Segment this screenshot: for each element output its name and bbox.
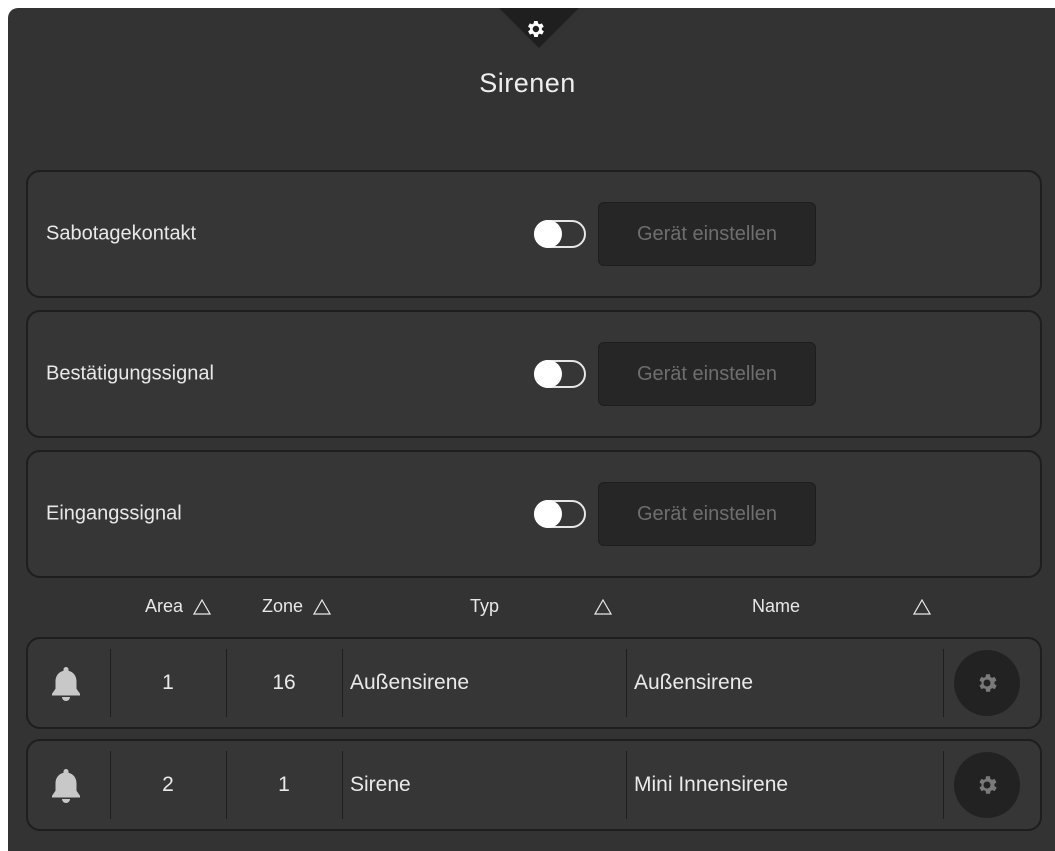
toggle-knob [534,220,562,248]
column-header-typ[interactable]: Typ [470,596,499,617]
column-divider [943,649,944,717]
panel-title: Sirenen [479,68,576,98]
page-top-strip [0,0,1055,8]
setting-label: Sabotagekontakt [46,222,197,245]
bell-icon [52,769,80,803]
cell-zone: 1 [278,773,290,796]
cell-zone: 16 [272,671,296,694]
column-header-area[interactable]: Area [145,596,183,617]
column-divider [342,751,343,819]
table-row[interactable]: 1 16 Außensirene Außensirene [26,637,1042,729]
toggle-knob [534,500,562,528]
setting-label: Bestätigungssignal [46,362,214,385]
gear-icon [528,21,544,37]
cell-typ: Außensirene [350,671,470,694]
setting-card-sabotagekontakt: Sabotagekontakt Gerät einstellen [26,170,1042,298]
column-divider [943,751,944,819]
bell-icon [52,667,80,701]
sort-triangle-icon[interactable] [193,599,211,615]
cell-area: 1 [162,671,174,694]
eingangssignal-toggle[interactable] [534,500,586,528]
table-header: Area Zone Typ Name [0,596,1055,624]
row-settings-button[interactable] [954,650,1020,716]
cell-area: 2 [162,773,174,796]
setting-card-eingangssignal: Eingangssignal Gerät einstellen [26,450,1042,578]
sort-triangle-icon[interactable] [913,599,931,615]
toggle-knob [534,360,562,388]
gear-icon [979,674,997,692]
column-divider [626,751,627,819]
cell-typ: Sirene [350,773,411,796]
bestaetigungssignal-toggle[interactable] [534,360,586,388]
sabotagekontakt-toggle[interactable] [534,220,586,248]
device-setup-button[interactable]: Gerät einstellen [598,482,816,546]
row-settings-button[interactable] [954,752,1020,818]
column-header-zone[interactable]: Zone [262,596,303,617]
sort-triangle-icon[interactable] [594,599,612,615]
gear-icon [979,776,997,794]
setting-label: Eingangssignal [46,502,182,525]
setting-card-bestaetigungssignal: Bestätigungssignal Gerät einstellen [26,310,1042,438]
column-divider [342,649,343,717]
cell-name: Außensirene [634,671,754,694]
column-divider [626,649,627,717]
cell-name: Mini Innensirene [634,773,789,796]
table-row[interactable]: 2 1 Sirene Mini Innensirene [26,739,1042,831]
device-setup-button[interactable]: Gerät einstellen [598,202,816,266]
column-header-name[interactable]: Name [752,596,800,617]
device-setup-button[interactable]: Gerät einstellen [598,342,816,406]
sort-triangle-icon[interactable] [313,599,331,615]
